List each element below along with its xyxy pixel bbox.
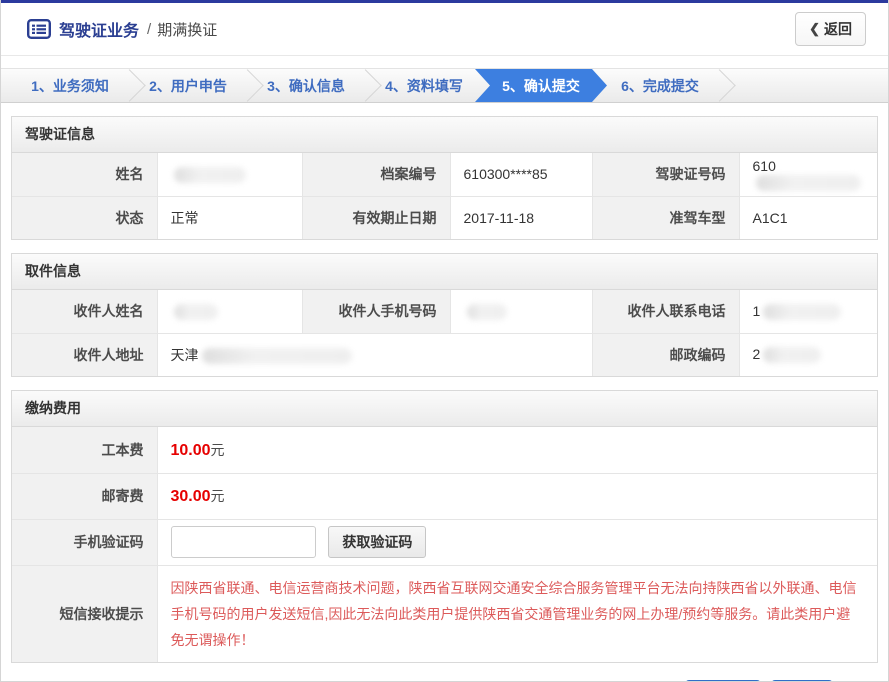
postal-code-prefix: 2 [753,346,761,362]
sms-code-label: 手机验证码 [12,519,157,565]
step-3-confirm-info[interactable]: 3、确认信息 [247,69,365,102]
recipient-address-value: 天津 [157,333,592,376]
name-label: 姓名 [12,153,157,196]
table-row: 收件人姓名 收件人手机号码 收件人联系电话 1 [12,290,877,333]
file-number-value: 610300****85 [450,153,592,196]
wizard-steps: 1、业务须知 2、用户申告 3、确认信息 4、资料填写 5、确认提交 6、完成提… [1,68,888,103]
postage-fee-unit: 元 [211,488,225,504]
recipient-mobile-label: 收件人手机号码 [302,290,450,333]
step-label: 6、完成提交 [621,76,699,96]
recipient-address-prefix: 天津 [171,347,199,363]
recipient-phone-value: 1 [739,290,877,333]
step-5-confirm-submit-active[interactable]: 5、确认提交 [475,69,607,102]
postal-code-value: 2 [739,333,877,376]
sms-code-input[interactable] [171,526,316,558]
masked-value [763,347,821,363]
recipient-phone-prefix: 1 [753,303,761,319]
breadcrumb-current: 期满换证 [157,19,217,40]
vehicle-class-label: 准驾车型 [592,196,739,239]
table-row: 短信接收提示 因陕西省联通、电信运营商技术问题，陕西省互联网交通安全综合服务管理… [12,565,877,662]
sms-notice-label: 短信接收提示 [12,565,157,662]
postage-fee-amount: 30.00 [171,488,211,505]
file-number-label: 档案编号 [302,153,450,196]
table-row: 邮寄费 30.00元 [12,473,877,519]
pickup-info-table: 收件人姓名 收件人手机号码 收件人联系电话 1 收件人地址 天津 邮政编码 2 [12,290,877,376]
step-4-fill-materials[interactable]: 4、资料填写 [365,69,483,102]
recipient-phone-label: 收件人联系电话 [592,290,739,333]
page: 驾驶证业务 / 期满换证 ❮ 返回 1、业务须知 2、用户申告 3、确认信息 4… [0,0,889,682]
license-info-table: 姓名 档案编号 610300****85 驾驶证号码 610 状态 正常 有效期… [12,153,877,239]
fees-section: 缴纳费用 工本费 10.00元 邮寄费 30.00元 手机验证码 获取验证码 [11,390,878,663]
license-info-title: 驾驶证信息 [12,117,877,153]
step-label: 1、业务须知 [31,76,109,96]
sms-notice-text: 因陕西省联通、电信运营商技术问题，陕西省互联网交通安全综合服务管理平台无法向持陕… [171,566,878,662]
postage-fee-label: 邮寄费 [12,473,157,519]
recipient-mobile-value [450,290,592,333]
step-label: 4、资料填写 [385,76,463,96]
license-info-section: 驾驶证信息 姓名 档案编号 610300****85 驾驶证号码 610 状态 … [11,116,878,240]
chevron-left-icon: ❮ [809,21,820,37]
fees-title: 缴纳费用 [12,391,877,427]
status-value: 正常 [157,196,302,239]
recipient-name-value [157,290,302,333]
step-2-user-declaration[interactable]: 2、用户申告 [129,69,247,102]
table-row: 状态 正常 有效期止日期 2017-11-18 准驾车型 A1C1 [12,196,877,239]
table-row: 手机验证码 获取验证码 [12,519,877,565]
masked-value [174,304,218,320]
recipient-address-label: 收件人地址 [12,333,157,376]
masked-value [467,304,507,320]
masked-value [174,167,246,183]
name-value [157,153,302,196]
step-label: 3、确认信息 [267,76,345,96]
table-row: 收件人地址 天津 邮政编码 2 [12,333,877,376]
sms-notice-cell: 因陕西省联通、电信运营商技术问题，陕西省互联网交通安全综合服务管理平台无法向持陕… [157,565,877,662]
postal-code-label: 邮政编码 [592,333,739,376]
page-title: 驾驶证业务 [59,17,139,41]
masked-value [763,304,841,320]
fees-table: 工本费 10.00元 邮寄费 30.00元 手机验证码 获取验证码 短信接收提 [12,427,877,662]
production-fee-label: 工本费 [12,427,157,473]
step-6-complete-submit[interactable]: 6、完成提交 [601,69,719,102]
valid-until-label: 有效期止日期 [302,196,450,239]
postage-fee-value: 30.00元 [157,473,877,519]
sms-code-cell: 获取验证码 [157,519,877,565]
step-1-business-notice[interactable]: 1、业务须知 [11,69,129,102]
get-sms-code-button[interactable]: 获取验证码 [328,526,426,558]
table-row: 姓名 档案编号 610300****85 驾驶证号码 610 [12,153,877,196]
license-service-list-icon [27,19,51,39]
production-fee-unit: 元 [211,442,225,458]
valid-until-value: 2017-11-18 [450,196,592,239]
vehicle-class-value: A1C1 [739,196,877,239]
license-number-prefix: 610 [753,158,776,174]
breadcrumb-separator: / [147,21,151,38]
status-label: 状态 [12,196,157,239]
back-button-label: 返回 [824,19,852,39]
production-fee-amount: 10.00 [171,442,211,459]
license-number-label: 驾驶证号码 [592,153,739,196]
masked-value [202,348,352,364]
step-label: 5、确认提交 [502,76,580,96]
production-fee-value: 10.00元 [157,427,877,473]
pickup-info-title: 取件信息 [12,254,877,290]
back-button[interactable]: ❮ 返回 [795,12,866,46]
header: 驾驶证业务 / 期满换证 ❮ 返回 [1,3,888,56]
license-number-value: 610 [739,153,877,196]
table-row: 工本费 10.00元 [12,427,877,473]
masked-value [756,175,861,191]
step-separator-icon [703,69,736,102]
step-label: 2、用户申告 [149,76,227,96]
recipient-name-label: 收件人姓名 [12,290,157,333]
pickup-info-section: 取件信息 收件人姓名 收件人手机号码 收件人联系电话 1 收件人地址 天津 邮政… [11,253,878,377]
